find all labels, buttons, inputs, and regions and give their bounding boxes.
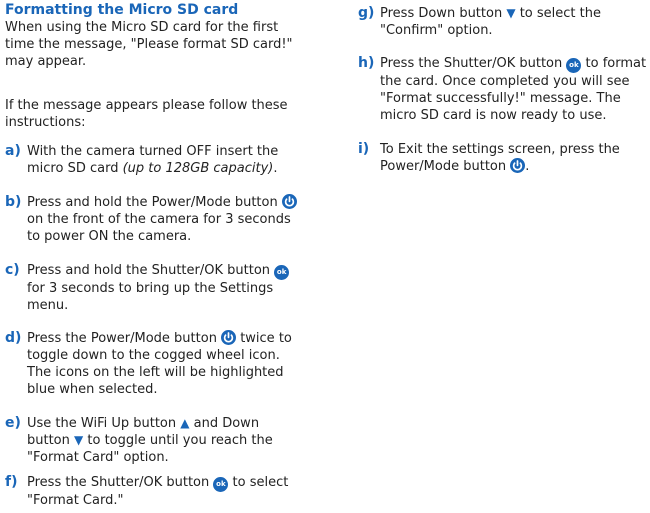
step-text-part: Press the Shutter/OK button bbox=[27, 475, 214, 490]
step-text-part: for 3 seconds to bring up the Settings m… bbox=[27, 281, 274, 313]
step-letter: d) bbox=[5, 330, 22, 346]
step-text-part: Press the Power/Mode button bbox=[27, 331, 222, 346]
step-letter: g) bbox=[358, 5, 375, 21]
step-text-part: Press and hold the Shutter/OK button bbox=[27, 263, 275, 278]
step-text: With the camera turned OFF insert the mi… bbox=[5, 143, 305, 177]
power-icon bbox=[510, 158, 526, 173]
step-text-part: Press Down button bbox=[380, 6, 507, 21]
down-triangle-icon: ▼ bbox=[506, 6, 516, 20]
step-c: c) Press and hold the Shutter/OK button … bbox=[5, 262, 305, 314]
step-text-part: Press the Shutter/OK button bbox=[380, 56, 567, 71]
intro-paragraph-1: When using the Micro SD card for the fir… bbox=[5, 20, 293, 69]
step-text-part: on the front of the camera for 3 seconds… bbox=[27, 212, 291, 244]
step-f: f) Press the Shutter/OK button ok to sel… bbox=[5, 474, 305, 509]
step-text: Press the Shutter/OK button ok to select… bbox=[5, 474, 305, 509]
step-text: Press the Power/Mode button twice to tog… bbox=[5, 330, 305, 398]
step-b: b) Press and hold the Power/Mode button … bbox=[5, 194, 305, 245]
step-text-part: To Exit the settings screen, press the P… bbox=[380, 142, 620, 174]
power-icon bbox=[281, 194, 297, 209]
ok-button-icon: ok bbox=[566, 58, 582, 73]
step-letter: a) bbox=[5, 143, 21, 159]
step-i: i) To Exit the settings screen, press th… bbox=[358, 141, 650, 175]
step-letter: h) bbox=[358, 55, 375, 71]
down-triangle-icon: ▼ bbox=[74, 433, 84, 447]
step-text: Press and hold the Shutter/OK button ok … bbox=[5, 262, 305, 314]
capacity-note: (up to 128GB capacity) bbox=[122, 161, 274, 176]
step-g: g) Press Down button ▼ to select the "Co… bbox=[358, 5, 650, 39]
step-text: Press and hold the Power/Mode button on … bbox=[5, 194, 305, 245]
step-text-part: Use the WiFi Up button bbox=[27, 416, 181, 431]
power-icon bbox=[221, 330, 237, 345]
step-letter: i) bbox=[358, 141, 370, 157]
step-letter: e) bbox=[5, 415, 21, 431]
step-text: To Exit the settings screen, press the P… bbox=[358, 141, 650, 175]
step-e: e) Use the WiFi Up button ▲ and Down but… bbox=[5, 415, 305, 466]
step-a: a) With the camera turned OFF insert the… bbox=[5, 143, 305, 177]
section-heading: Formatting the Micro SD card bbox=[5, 2, 239, 18]
step-text: Press the Shutter/OK button ok to format… bbox=[358, 55, 650, 124]
step-d: d) Press the Power/Mode button twice to … bbox=[5, 330, 305, 398]
ok-button-icon: ok bbox=[274, 265, 290, 280]
step-text: Use the WiFi Up button ▲ and Down button… bbox=[5, 415, 305, 466]
step-text-part: . bbox=[525, 159, 530, 174]
step-text-part: Press and hold the Power/Mode button bbox=[27, 195, 282, 210]
step-text: Press Down button ▼ to select the "Confi… bbox=[358, 5, 650, 39]
step-letter: f) bbox=[5, 474, 18, 490]
step-letter: c) bbox=[5, 262, 20, 278]
step-text-part: . bbox=[273, 161, 278, 176]
step-letter: b) bbox=[5, 194, 22, 210]
step-h: h) Press the Shutter/OK button ok to for… bbox=[358, 55, 650, 124]
up-triangle-icon: ▲ bbox=[180, 416, 190, 430]
ok-button-icon: ok bbox=[213, 477, 229, 492]
intro-paragraph-2: If the message appears please follow the… bbox=[5, 98, 288, 130]
